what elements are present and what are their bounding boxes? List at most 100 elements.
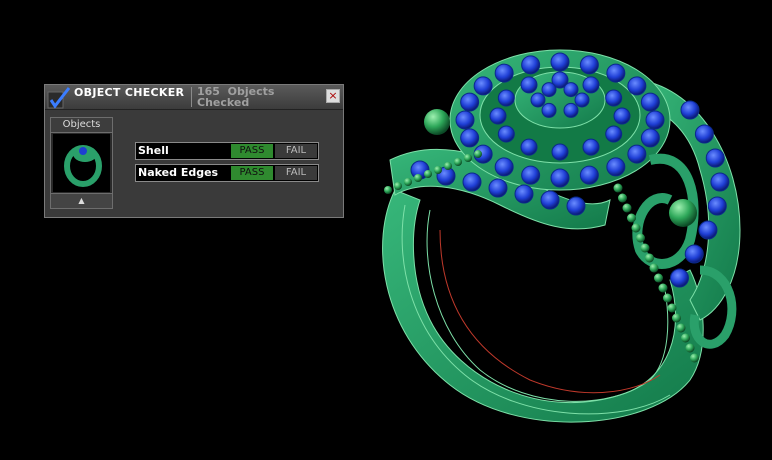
gemstone — [520, 138, 538, 156]
gemstone — [521, 165, 541, 185]
bead — [667, 303, 677, 313]
close-button[interactable]: × — [326, 89, 340, 103]
gemstone — [520, 76, 538, 94]
gemstone — [540, 190, 560, 210]
check-label: Naked Edges — [138, 166, 219, 179]
gemstone — [707, 196, 727, 216]
gemstone — [627, 76, 647, 96]
bead — [424, 170, 432, 178]
gemstone — [710, 172, 730, 192]
bead — [454, 158, 462, 166]
gemstone — [579, 55, 599, 75]
bead — [658, 283, 668, 293]
ring-shank-edge — [439, 229, 661, 394]
gemstone — [582, 76, 600, 94]
gemstone — [684, 244, 704, 264]
pearl-left — [424, 109, 450, 135]
bead — [464, 154, 472, 162]
gemstone — [489, 107, 507, 125]
check-row-shell: Shell PASS FAIL — [135, 142, 319, 160]
gemstone — [705, 148, 725, 168]
check-row-naked-edges: Naked Edges PASS FAIL — [135, 164, 319, 182]
gemstone — [541, 102, 557, 118]
gemstone — [605, 125, 623, 143]
fail-button[interactable]: FAIL — [275, 144, 317, 158]
bead — [414, 174, 422, 182]
gemstone — [698, 220, 718, 240]
bead — [649, 263, 659, 273]
gemstone — [680, 100, 700, 120]
bead — [645, 253, 654, 263]
gemstone — [541, 82, 557, 98]
bead — [631, 223, 641, 233]
pearl-right — [669, 199, 697, 227]
bead — [663, 293, 672, 303]
bead — [627, 213, 636, 223]
bead — [636, 233, 645, 243]
object-thumbnail[interactable] — [53, 134, 110, 192]
bead — [654, 273, 663, 283]
panel-title: OBJECT CHECKER — [74, 86, 185, 99]
bead — [384, 186, 392, 194]
gemstone — [563, 102, 579, 118]
gemstone — [460, 128, 480, 148]
gemstone — [574, 92, 590, 108]
check-label: Shell — [138, 144, 169, 157]
thumbnail-scroll-up-button[interactable]: ▲ — [51, 193, 112, 208]
gemstone — [497, 89, 515, 107]
pass-button[interactable]: PASS — [231, 166, 273, 180]
gemstone — [669, 268, 689, 288]
gemstone — [550, 52, 570, 72]
gemstone — [551, 143, 569, 161]
objects-checked-count: 165 Objects Checked — [197, 85, 279, 109]
bead — [676, 323, 686, 333]
bead — [444, 162, 452, 170]
gemstone — [579, 165, 599, 185]
gemstone — [550, 168, 570, 188]
bead — [404, 178, 412, 186]
3d-viewport[interactable] — [0, 0, 772, 460]
bead — [613, 183, 623, 193]
gemstone — [530, 92, 546, 108]
gemstone — [605, 89, 623, 107]
bead — [690, 353, 699, 363]
gemstone — [694, 124, 714, 144]
ring-model[interactable] — [382, 49, 741, 423]
bead — [434, 166, 442, 174]
gemstone — [640, 92, 660, 112]
gemstone — [488, 178, 508, 198]
bead — [640, 243, 650, 253]
gemstone — [521, 55, 541, 75]
title-divider — [191, 87, 192, 107]
gemstone — [462, 172, 482, 192]
panel-titlebar[interactable]: OBJECT CHECKER 165 Objects Checked × — [45, 85, 343, 110]
gemstone — [640, 128, 660, 148]
gemstone — [494, 63, 514, 83]
bead — [681, 333, 690, 343]
gemstone — [460, 92, 480, 112]
bead — [685, 343, 695, 353]
pass-button[interactable]: PASS — [231, 144, 273, 158]
fail-button[interactable]: FAIL — [275, 166, 317, 180]
gemstone — [473, 76, 493, 96]
gemstone — [582, 138, 600, 156]
object-checker-panel: OBJECT CHECKER 165 Objects Checked × Obj… — [44, 84, 344, 218]
objects-label: Objects — [51, 118, 112, 133]
gemstone — [606, 63, 626, 83]
gemstone — [645, 110, 665, 130]
gemstone — [497, 125, 515, 143]
gemstone — [606, 157, 626, 177]
bead — [622, 203, 632, 213]
gemstone — [455, 110, 475, 130]
gemstone — [563, 82, 579, 98]
objects-preview: Objects ▲ — [50, 117, 113, 209]
bead — [474, 150, 482, 158]
gemstone — [494, 157, 514, 177]
bead — [618, 193, 627, 203]
bead — [672, 313, 681, 323]
checkmark-icon — [47, 87, 71, 109]
gemstone — [514, 184, 534, 204]
ring-shank-outer — [382, 189, 704, 423]
bead — [394, 182, 402, 190]
gemstone — [627, 144, 647, 164]
